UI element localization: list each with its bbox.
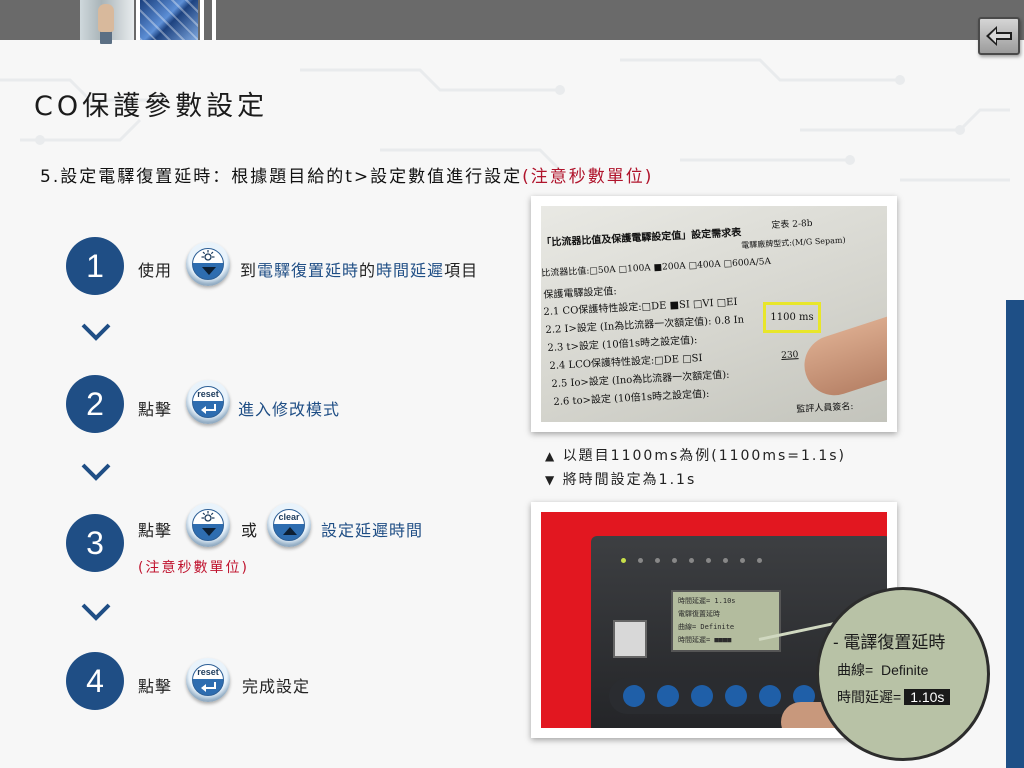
lcd-line: 時間延遲= 1.10s (678, 597, 736, 605)
chevron-down-icon (81, 323, 111, 341)
circuit-background (0, 58, 1010, 182)
zoom-curve-label: 曲線= (837, 662, 874, 678)
zoom-title: - 電譯復置延時 (833, 633, 946, 652)
reset-button-label: reset (197, 667, 219, 677)
down-button-icon (186, 242, 230, 286)
step-4-prefix: 點擊 (138, 677, 173, 696)
zoom-delay-label: 時間延遲= (837, 689, 902, 705)
chevron-down-icon (81, 603, 111, 621)
step-1-joiner: 的 (359, 261, 377, 280)
caption-text-2: 將時間設定為1.1s (562, 472, 697, 488)
reset-button-icon: reset (186, 658, 230, 702)
caption-line-2: ▼ 將時間設定為1.1s (545, 468, 846, 492)
step-3-note: (注意秒數單位) (138, 560, 249, 576)
step-4-badge: 4 (66, 652, 124, 710)
sheet-line: 保護電驛設定值: (543, 286, 618, 301)
step-3-prefix: 點擊 (138, 521, 173, 540)
divider (212, 0, 216, 40)
sheet-line: 「比流器比值及保護電驛設定值」設定需求表 (541, 227, 742, 249)
step-1-highlight-delay: 時間延遲 (376, 261, 445, 280)
step-3-highlight: 設定延遲時間 (321, 521, 424, 540)
highlight-value: 1100 ms (770, 312, 814, 323)
down-button-icon (186, 503, 230, 547)
led-row (621, 558, 861, 568)
reset-button-label: reset (197, 389, 219, 399)
step-2-badge: 2 (66, 375, 124, 433)
step-1-prefix: 使用 (138, 261, 173, 280)
zoom-curve-value: Definite (880, 662, 929, 678)
lcd-line: 電驛復置延時 (678, 610, 720, 618)
clear-button-label: clear (278, 512, 300, 522)
sheet-line: 電驛廠牌型式:(M/G Sepam) (741, 235, 846, 250)
lcd-line: 曲線= Definite (678, 623, 735, 631)
header-photo-person (80, 0, 134, 40)
subtitle-main: 5.設定電驛復置延時：根據題目給的t>設定數值進行設定 (40, 167, 523, 187)
reset-button-icon: reset (186, 380, 230, 424)
example-caption: ▲ 以題目1100ms為例(1100ms=1.1s) ▼ 將時間設定為1.1s (545, 444, 846, 492)
step-1-badge: 1 (66, 237, 124, 295)
side-stripe (1006, 300, 1024, 768)
instruction-subtitle: 5.設定電驛復置延時：根據題目給的t>設定數值進行設定(注意秒數單位) (40, 162, 653, 187)
sheet-line: 比流器比值:□50A □100A ■200A □400A □600A/5A (541, 256, 772, 279)
top-banner (0, 0, 1024, 40)
relay-lcd: 時間延遲= 1.10s 電驛復置延時 曲線= Definite 時間延遲= ■■… (671, 590, 781, 652)
step-2-prefix: 點擊 (138, 400, 173, 419)
lcd-zoom-callout: - 電譯復置延時 曲線= Definite 時間延遲= 1.10s (816, 587, 990, 761)
clear-button-icon: clear (267, 503, 311, 547)
step-1-middle: 到 (240, 261, 258, 280)
caption-text-1: 以題目1100ms為例(1100ms=1.1s) (562, 448, 847, 464)
step-1-suffix: 項目 (444, 261, 479, 280)
divider (200, 0, 204, 40)
sheet-line: 監評人員簽名: (796, 402, 854, 415)
chevron-down-icon (81, 463, 111, 481)
header-photo-solar (140, 0, 198, 40)
caption-line-1: ▲ 以題目1100ms為例(1100ms=1.1s) (545, 444, 846, 468)
settings-sheet-image: 定表 2-8b 「比流器比值及保護電驛設定值」設定需求表 電驛廠牌型式:(M/G… (541, 206, 887, 422)
zoom-delay-row: 時間延遲= 1.10s (837, 687, 951, 707)
sheet-value: 230 (781, 350, 799, 361)
settings-sheet-photo: 定表 2-8b 「比流器比值及保護電驛設定值」設定需求表 電驛廠牌型式:(M/G… (531, 196, 897, 432)
step-4-suffix: 完成設定 (242, 677, 311, 696)
zoom-delay-value: 1.10s (904, 689, 951, 705)
sheet-line: 定表 2-8b (771, 218, 813, 231)
step-2-highlight: 進入修改模式 (238, 400, 341, 419)
step-3-or: 或 (241, 521, 259, 540)
up-triangle-icon: ▲ (545, 449, 557, 463)
page-title: CO保護參數設定 (34, 91, 269, 122)
highlight-box: 1100 ms (763, 302, 821, 333)
relay-port (613, 620, 647, 658)
subtitle-warning: (注意秒數單位) (522, 167, 654, 187)
step-1-text: 到電驛復置延時的時間延遲項目 (240, 257, 478, 281)
zoom-curve-row: 曲線= Definite (837, 660, 928, 680)
step-3-badge: 3 (66, 514, 124, 572)
step-1-highlight-relay: 電驛復置延時 (257, 261, 360, 280)
down-triangle-icon: ▼ (545, 473, 557, 487)
